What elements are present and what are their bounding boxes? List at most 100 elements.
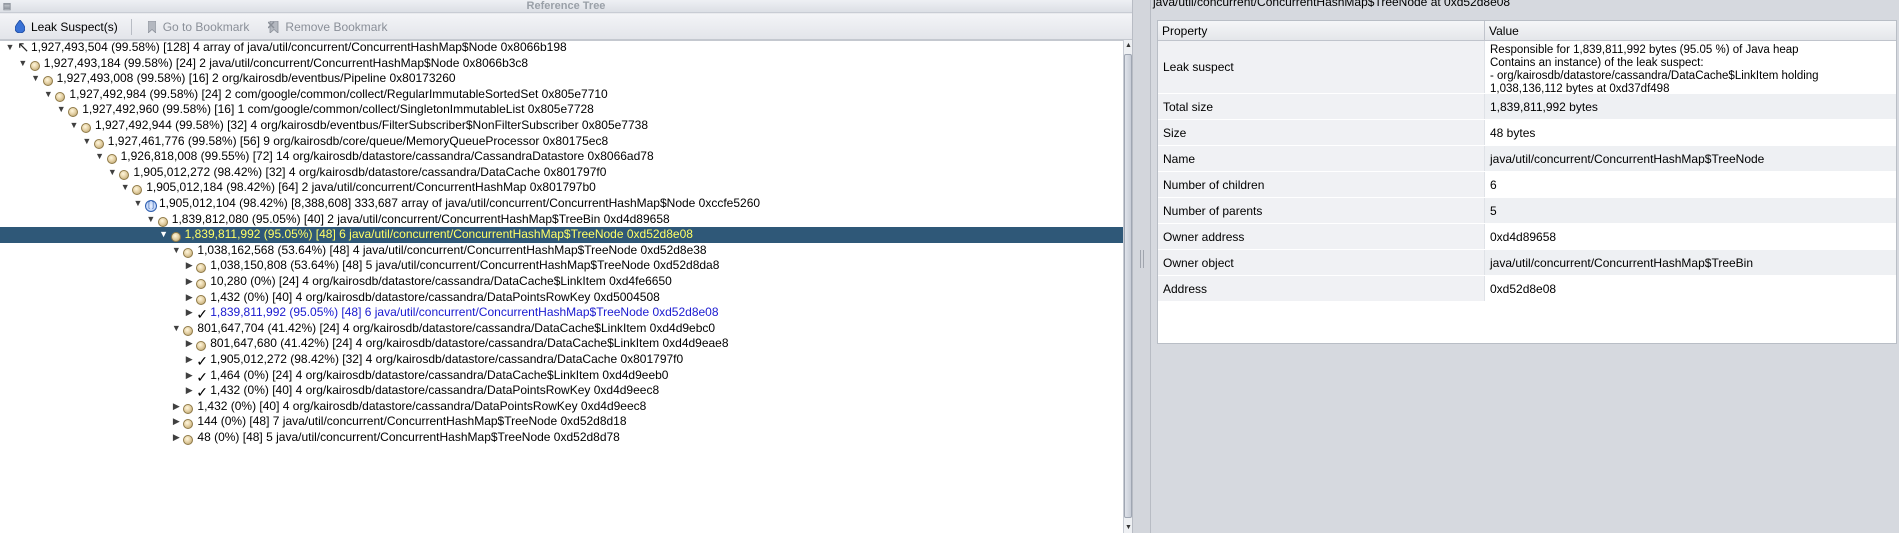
pane-title-bar: ▤ Reference Tree xyxy=(0,0,1132,13)
tree-row[interactable]: ▼ 1,905,012,184 (98.42%) [64] 2 java/util… xyxy=(0,180,1123,196)
object-node-icon xyxy=(196,263,207,274)
tree-row[interactable]: ▼ 1,927,492,960 (99.58%) [16] 1 com/googl… xyxy=(0,102,1123,118)
column-header-property[interactable]: Property xyxy=(1162,21,1207,41)
tree-row-label: 1,432 (0%) [40] 4 org/kairosdb/datastore… xyxy=(210,383,660,398)
tree-row[interactable]: ▶ 10,280 (0%) [24] 4 org/kairosdb/datasto… xyxy=(0,274,1123,290)
property-key: Owner address xyxy=(1158,224,1484,249)
property-row[interactable]: Number of parents 5 xyxy=(1158,198,1896,224)
property-row[interactable]: Owner object java/util/concurrent/Concurr… xyxy=(1158,250,1896,276)
properties-pane: java/util/concurrent/ConcurrentHashMap$T… xyxy=(1151,0,1899,533)
expand-toggle-icon[interactable]: ▼ xyxy=(132,196,144,212)
pane-splitter[interactable] xyxy=(1132,0,1151,533)
tree-row[interactable]: ▶ 1,432 (0%) [40] 4 org/kairosdb/datastor… xyxy=(0,399,1123,415)
tree-row[interactable]: ▼ 1,927,493,184 (99.58%) [24] 2 java/util… xyxy=(0,56,1123,72)
collapse-toggle-icon[interactable]: ▶ xyxy=(170,399,182,415)
property-row[interactable]: Total size 1,839,811,992 bytes xyxy=(1158,94,1896,120)
expand-toggle-icon[interactable]: ▼ xyxy=(68,118,80,134)
column-divider[interactable] xyxy=(1484,21,1485,41)
tree-row[interactable]: ▼ 1,927,461,776 (99.58%) [56] 9 org/kairo… xyxy=(0,134,1123,150)
expand-toggle-icon[interactable]: ▼ xyxy=(158,227,170,243)
collapse-toggle-icon[interactable]: ▶ xyxy=(183,336,195,352)
collapse-toggle-icon[interactable]: ▶ xyxy=(170,414,182,430)
toolbar: Leak Suspect(s) Go to Bookmark Remove Bo… xyxy=(0,14,1132,40)
tree-row[interactable]: ▶ 144 (0%) [48] 7 java/util/concurrent/Co… xyxy=(0,414,1123,430)
object-node-icon xyxy=(170,232,181,243)
expand-toggle-icon[interactable]: ▼ xyxy=(30,71,42,87)
tree-row[interactable]: ▼ 1,927,492,944 (99.58%) [32] 4 org/kairo… xyxy=(0,118,1123,134)
tree-row-label: 1,926,818,008 (99.55%) [72] 14 org/kairo… xyxy=(120,149,654,164)
array-node-icon: [ ] xyxy=(145,200,157,212)
property-row[interactable]: Name java/util/concurrent/ConcurrentHashM… xyxy=(1158,146,1896,172)
expand-toggle-icon[interactable]: ▼ xyxy=(119,180,131,196)
expand-toggle-icon[interactable]: ▼ xyxy=(4,41,16,56)
column-header-value[interactable]: Value xyxy=(1489,21,1519,41)
tree-row[interactable]: ▶ 48 (0%) [48] 5 java/util/concurrent/Con… xyxy=(0,430,1123,446)
property-key: Size xyxy=(1158,120,1484,145)
expand-toggle-icon[interactable]: ▼ xyxy=(42,87,54,103)
tree-row-label: 1,432 (0%) [40] 4 org/kairosdb/datastore… xyxy=(197,398,647,413)
reference-tree-pane: ▤ Reference Tree Leak Suspect(s) Go to B… xyxy=(0,0,1132,533)
expand-toggle-icon[interactable]: ▼ xyxy=(17,56,29,72)
tree-row[interactable]: ▶ 801,647,680 (41.42%) [24] 4 org/kairosd… xyxy=(0,336,1123,352)
tree-vertical-scrollbar[interactable]: ▲ ▼ xyxy=(1123,40,1132,533)
tree-row[interactable]: ▼ 1,905,012,272 (98.42%) [32] 4 org/kairo… xyxy=(0,165,1123,181)
property-row[interactable]: Size 48 bytes xyxy=(1158,120,1896,146)
tree-row-label: 1,927,493,504 (99.58%) [128] 4 array of … xyxy=(31,40,567,54)
go-to-bookmark-button[interactable]: Go to Bookmark xyxy=(140,17,255,37)
collapse-toggle-icon[interactable]: ▶ xyxy=(183,305,195,321)
pane-menu-icon[interactable]: ▤ xyxy=(2,1,12,11)
tree-row[interactable]: ▶ ✓ 1,432 (0%) [40] 4 org/kairosdb/datasto… xyxy=(0,383,1123,399)
property-row-leak-suspect[interactable]: Leak suspect Responsible for 1,839,811,9… xyxy=(1158,41,1896,95)
property-value: java/util/concurrent/ConcurrentHashMap$T… xyxy=(1484,250,1896,275)
tree-row-label: 1,839,811,992 (95.05%) [48] 6 java/util/… xyxy=(210,305,719,320)
tree-row[interactable]: ▼ 1,927,493,008 (99.58%) [16] 2 org/kairo… xyxy=(0,71,1123,87)
tree-row[interactable]: ▼ ↖ 1,927,493,504 (99.58%) [128] 4 array o… xyxy=(0,40,1123,56)
collapse-toggle-icon[interactable]: ▶ xyxy=(183,383,195,399)
tree-row-label: 1,927,493,008 (99.58%) [16] 2 org/kairos… xyxy=(56,71,456,86)
tree-row[interactable]: ▼ 1,839,811,992 (95.05%) [48] 6 java/util… xyxy=(0,227,1123,243)
expand-toggle-icon[interactable]: ▼ xyxy=(170,321,182,337)
property-value: 0xd4d89658 xyxy=(1484,224,1896,249)
expand-toggle-icon[interactable]: ▼ xyxy=(81,134,93,150)
tree-row[interactable]: ▼ 1,839,812,080 (95.05%) [40] 2 java/util… xyxy=(0,212,1123,228)
tree-row-label: 1,038,150,808 (53.64%) [48] 5 java/util/… xyxy=(210,258,720,273)
tree-row[interactable]: ▶ 1,038,150,808 (53.64%) [48] 5 java/util… xyxy=(0,258,1123,274)
property-row[interactable]: Address 0xd52d8e08 xyxy=(1158,276,1896,302)
expand-toggle-icon[interactable]: ▼ xyxy=(106,165,118,181)
remove-bookmark-button[interactable]: Remove Bookmark xyxy=(262,17,392,37)
reference-tree[interactable]: ▼ ↖ 1,927,493,504 (99.58%) [128] 4 array o… xyxy=(0,40,1123,533)
tree-row[interactable]: ▼ 1,038,162,568 (53.64%) [48] 4 java/util… xyxy=(0,243,1123,259)
tree-row[interactable]: ▶ 1,432 (0%) [40] 4 org/kairosdb/datastor… xyxy=(0,290,1123,306)
expand-toggle-icon[interactable]: ▼ xyxy=(145,212,157,228)
property-row[interactable]: Number of children 6 xyxy=(1158,172,1896,198)
scrollbar-thumb[interactable] xyxy=(1124,54,1132,518)
collapse-toggle-icon[interactable]: ▶ xyxy=(170,430,182,446)
property-value: Responsible for 1,839,811,992 bytes (95.… xyxy=(1484,41,1896,95)
tree-row[interactable]: ▼ 1,926,818,008 (99.55%) [72] 14 org/kair… xyxy=(0,149,1123,165)
object-node-icon xyxy=(119,169,130,180)
tree-row[interactable]: ▼[ ] 1,905,012,104 (98.42%) [8,388,608] 3… xyxy=(0,196,1123,212)
collapse-toggle-icon[interactable]: ▶ xyxy=(183,290,195,306)
tree-row-label: 1,464 (0%) [24] 4 org/kairosdb/datastore… xyxy=(210,367,669,382)
tree-row[interactable]: ▼ 1,927,492,984 (99.58%) [24] 2 com/googl… xyxy=(0,87,1123,103)
tree-row[interactable]: ▶ ✓ 1,905,012,272 (98.42%) [32] 4 org/kair… xyxy=(0,352,1123,368)
app-window: ▤ Reference Tree Leak Suspect(s) Go to B… xyxy=(0,0,1899,533)
collapse-toggle-icon[interactable]: ▶ xyxy=(183,258,195,274)
tree-row[interactable]: ▶ ✓ 1,839,811,992 (95.05%) [48] 6 java/uti… xyxy=(0,305,1123,321)
collapse-toggle-icon[interactable]: ▶ xyxy=(183,368,195,384)
property-value: 5 xyxy=(1484,198,1896,223)
tree-row[interactable]: ▶ ✓ 1,464 (0%) [24] 4 org/kairosdb/datasto… xyxy=(0,368,1123,384)
collapse-toggle-icon[interactable]: ▶ xyxy=(183,352,195,368)
expand-toggle-icon[interactable]: ▼ xyxy=(94,149,106,165)
property-key: Number of parents xyxy=(1158,198,1484,223)
leak-suspect-line: Contains an instance) of the leak suspec… xyxy=(1490,57,1704,69)
expand-toggle-icon[interactable]: ▼ xyxy=(55,102,67,118)
property-row[interactable]: Owner address 0xd4d89658 xyxy=(1158,224,1896,250)
collapse-toggle-icon[interactable]: ▶ xyxy=(183,274,195,290)
expand-toggle-icon[interactable]: ▼ xyxy=(170,243,182,259)
tree-row-label: 1,905,012,272 (98.42%) [32] 4 org/kairos… xyxy=(133,164,607,179)
leak-suspect-line: - org/kairosdb/datastore/cassandra/DataC… xyxy=(1490,70,1819,82)
tree-row[interactable]: ▼ 801,647,704 (41.42%) [24] 4 org/kairosd… xyxy=(0,321,1123,337)
leak-suspects-button[interactable]: Leak Suspect(s) xyxy=(8,17,123,37)
leak-drop-icon xyxy=(13,20,27,34)
